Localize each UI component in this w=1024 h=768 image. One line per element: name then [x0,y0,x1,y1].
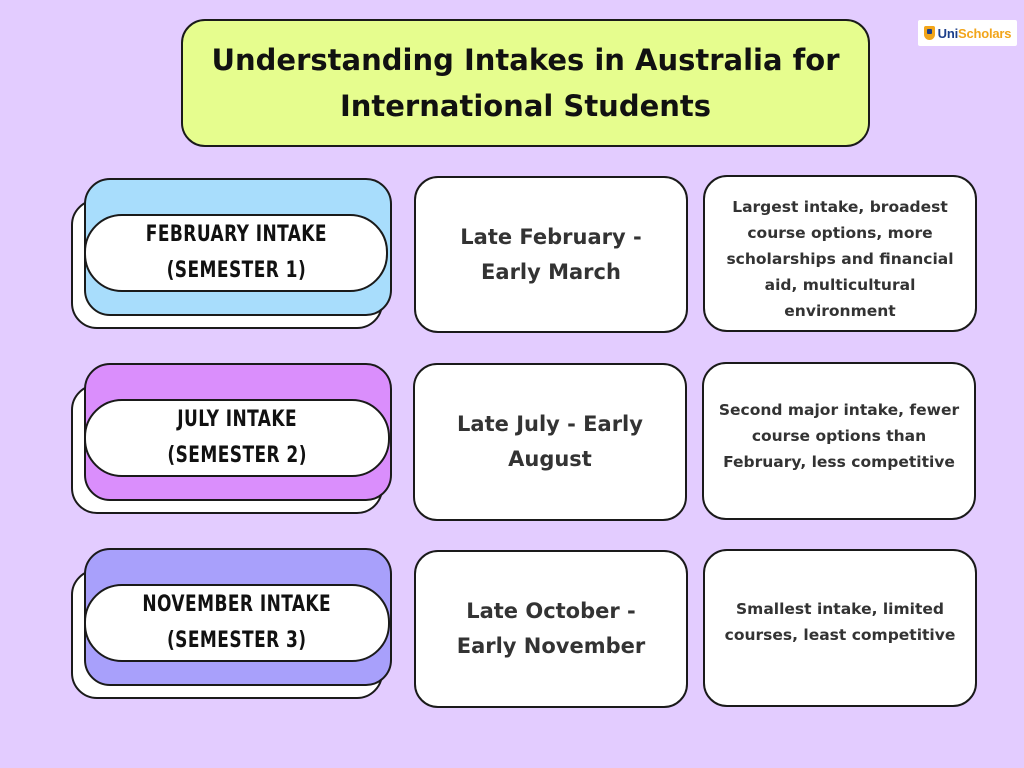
intake-name: February Intake [145,222,327,247]
intake-semester: (Semester 3) [167,628,307,653]
intake-description-card: Smallest intake, limited courses, least … [703,549,977,707]
shield-icon [923,26,935,40]
intake-dates: Late October - Early November [456,599,646,658]
intake-description: Smallest intake, limited courses, least … [724,600,956,644]
intake-label-pill: February Intake (Semester 1) [84,214,388,292]
intake-dates: Late July - Early August [457,412,643,471]
intake-label-pill: November Intake (Semester 3) [84,584,390,662]
intake-semester: (Semester 1) [166,258,306,283]
unischolars-logo: UniScholars [918,20,1017,46]
intake-description: Largest intake, broadest course options,… [726,198,954,320]
intake-name: November Intake [142,592,332,617]
intake-description-card: Second major intake, fewer course option… [702,362,976,520]
intake-dates: Late February - Early March [460,224,642,284]
intake-dates-card: Late October - Early November [414,550,688,708]
logo-text: UniScholars [938,26,1012,41]
logo-scholars: Scholars [958,25,1012,41]
intake-dates-card: Late February - Early March [414,176,688,333]
intake-description: Second major intake, fewer course option… [718,401,960,471]
intake-description-card: Largest intake, broadest course options,… [703,175,977,332]
intake-label: February Intake (Semester 1) [145,217,326,289]
intake-semester: (Semester 2) [167,443,307,468]
logo-uni: Uni [937,25,959,41]
intake-label: November Intake (Semester 3) [143,587,332,659]
intake-name: July Intake [177,407,297,432]
title-box: Understanding Intakes in Australia for I… [181,19,870,147]
page-title: Understanding Intakes in Australia for I… [211,43,840,123]
intake-label: July Intake (Semester 2) [167,402,307,474]
intake-label-pill: July Intake (Semester 2) [84,399,390,477]
intake-dates-card: Late July - Early August [413,363,687,521]
